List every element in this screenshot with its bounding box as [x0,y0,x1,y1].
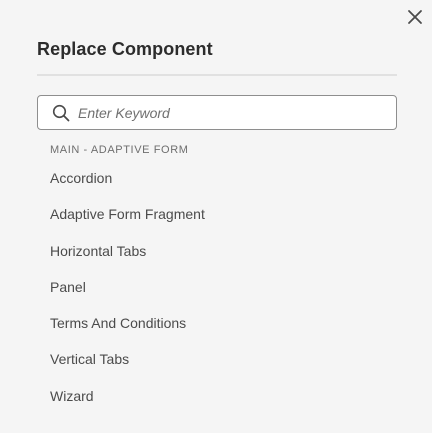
close-button[interactable] [404,6,426,28]
component-item-vertical-tabs[interactable]: Vertical Tabs [50,350,205,386]
search-field[interactable] [37,95,397,130]
replace-component-dialog: Replace Component MAIN - ADAPTIVE FORM A… [0,0,432,433]
component-item-adaptive-form-fragment[interactable]: Adaptive Form Fragment [50,205,205,241]
component-item-wizard[interactable]: Wizard [50,387,205,423]
component-item-accordion[interactable]: Accordion [50,169,205,205]
close-icon [408,10,422,24]
component-item-terms-and-conditions[interactable]: Terms And Conditions [50,314,205,350]
group-header: MAIN - ADAPTIVE FORM [50,144,189,156]
title-divider [37,74,397,76]
dialog-title: Replace Component [37,39,213,59]
search-input[interactable] [78,96,388,129]
component-item-panel[interactable]: Panel [50,278,205,314]
search-icon [52,104,70,122]
component-list: Accordion Adaptive Form Fragment Horizon… [50,169,205,423]
component-item-horizontal-tabs[interactable]: Horizontal Tabs [50,242,205,278]
